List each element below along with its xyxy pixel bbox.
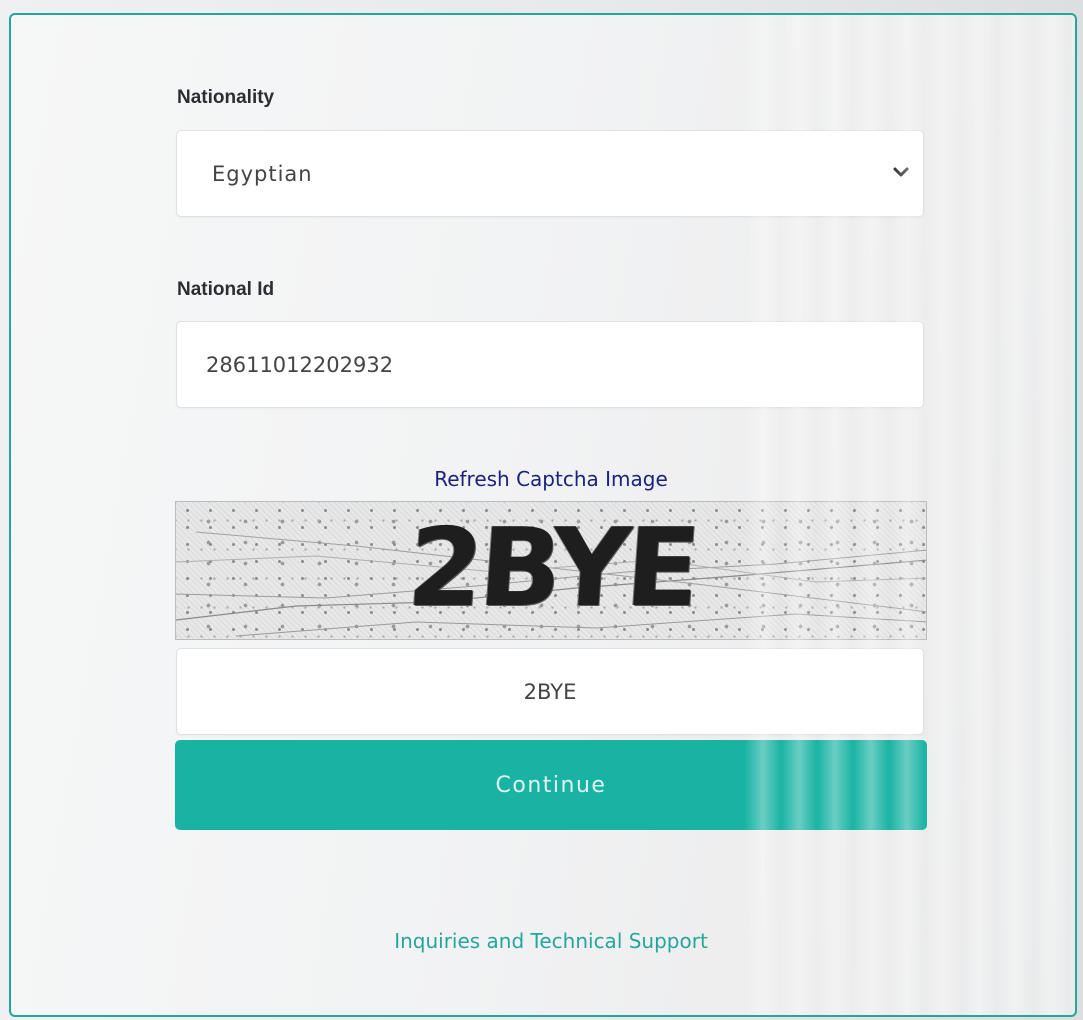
national-id-value: 28611012202932 bbox=[206, 352, 394, 377]
national-id-label: National Id bbox=[177, 279, 275, 300]
refresh-captcha-link[interactable]: Refresh Captcha Image bbox=[175, 467, 927, 491]
captcha-input[interactable]: 2BYE bbox=[176, 648, 924, 735]
captcha-characters: 2BYE bbox=[403, 506, 701, 631]
captcha-input-value: 2BYE bbox=[523, 679, 577, 704]
chevron-down-icon bbox=[893, 167, 909, 177]
nationality-select[interactable]: Egyptian bbox=[176, 130, 924, 217]
continue-button[interactable]: Continue bbox=[175, 740, 927, 830]
support-link[interactable]: Inquiries and Technical Support bbox=[175, 929, 927, 953]
nationality-selected-value: Egyptian bbox=[212, 161, 313, 186]
national-id-input[interactable]: 28611012202932 bbox=[176, 321, 924, 408]
captcha-image: 2BYE bbox=[175, 501, 927, 640]
login-card: Nationality Egyptian National Id 2861101… bbox=[9, 13, 1077, 1017]
nationality-label: Nationality bbox=[177, 87, 275, 108]
